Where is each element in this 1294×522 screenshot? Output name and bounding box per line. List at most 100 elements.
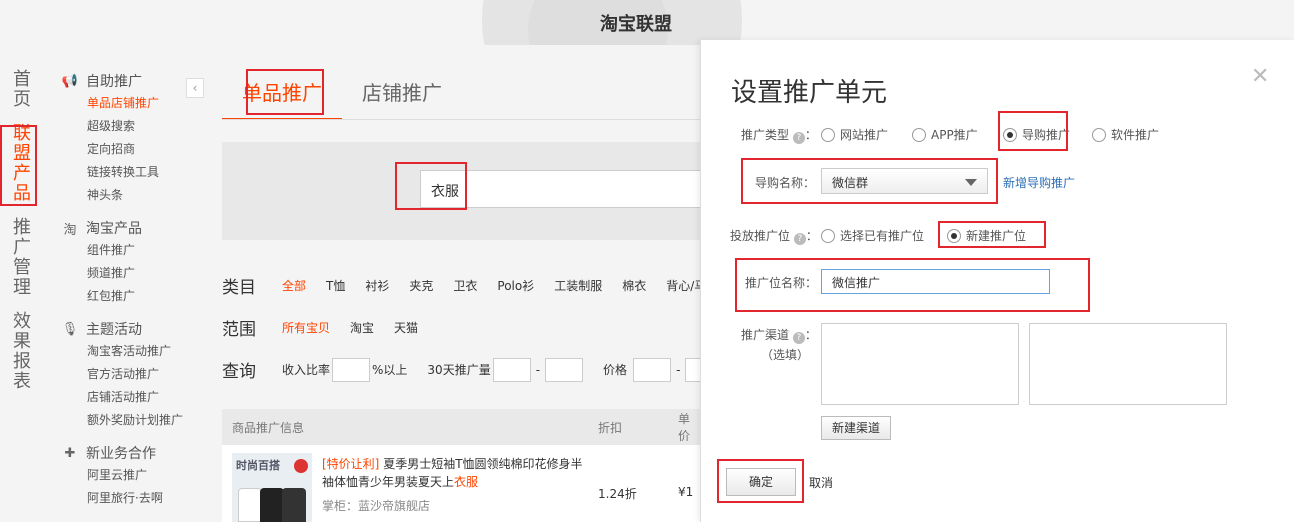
radio-software[interactable]: 软件推广: [1092, 126, 1159, 143]
filter-option[interactable]: 淘宝: [350, 321, 374, 335]
main-nav-char: 表: [13, 371, 31, 392]
channel-label: 推广渠道 ?：: [741, 326, 817, 344]
radio-dot-checked: [947, 228, 961, 243]
filter-option[interactable]: 夹克: [409, 279, 433, 293]
radio-label: 软件推广: [1111, 128, 1160, 142]
channel-text: 推广渠道: [741, 328, 790, 342]
sidebar-item[interactable]: 额外奖励计划推广: [50, 409, 200, 432]
sidebar-item[interactable]: 店铺活动推广: [50, 386, 200, 409]
guide-name-value: 微信群: [832, 176, 869, 190]
category-label: 类目: [222, 278, 256, 298]
placement-text: 投放推广位: [730, 229, 791, 243]
filter-option[interactable]: T恤: [326, 279, 345, 293]
help-icon[interactable]: ?: [792, 332, 805, 344]
filter-option[interactable]: Polo衫: [497, 279, 534, 293]
main-nav-item[interactable]: 首页: [0, 70, 44, 110]
guide-name-select[interactable]: 微信群: [821, 168, 988, 194]
main-nav-item[interactable]: 效果报表: [0, 312, 44, 392]
sales-min-input[interactable]: [492, 357, 531, 382]
radio-label: APP推广: [931, 128, 978, 142]
placement-name-input[interactable]: 微信推广: [821, 269, 1050, 294]
product-image[interactable]: 时尚百搭: [232, 453, 312, 522]
filter-option[interactable]: 所有宝贝: [282, 321, 330, 335]
label-colon: ：: [804, 328, 817, 342]
radio-existing-placement[interactable]: 选择已有推广位: [821, 227, 924, 244]
promo-type-text: 推广类型: [741, 128, 790, 142]
filter-option[interactable]: 全部: [282, 279, 306, 293]
radio-label: 网站推广: [840, 128, 889, 142]
radio-app[interactable]: APP推广: [912, 126, 978, 143]
scope-label: 范围: [222, 320, 256, 340]
main-nav-item[interactable]: 联盟产品: [0, 124, 44, 204]
sidebar-item[interactable]: 定向招商: [50, 138, 200, 161]
sales-max-input[interactable]: [545, 357, 584, 382]
sidebar-section-label: 新业务合作: [86, 446, 156, 462]
guide-name-label: 导购名称：: [755, 176, 816, 190]
search-area: 衣服: [222, 142, 720, 240]
sidebar-section-label: 自助推广: [86, 74, 142, 90]
sidebar-item[interactable]: 超级搜索: [50, 115, 200, 138]
site-title: 淘宝联盟: [600, 14, 672, 35]
radio-website[interactable]: 网站推广: [821, 126, 888, 143]
sidebar-item[interactable]: 神头条: [50, 184, 200, 207]
help-icon[interactable]: ?: [792, 132, 805, 144]
main-nav-char: 果: [13, 331, 31, 352]
sidebar-item[interactable]: 频道推广: [50, 262, 200, 285]
product-title-highlight: 衣服: [454, 475, 479, 489]
channel-textarea-left[interactable]: [821, 323, 1019, 405]
sidebar-item[interactable]: 单品店铺推广: [50, 92, 200, 115]
help-icon[interactable]: ?: [793, 233, 806, 245]
sidebar-item[interactable]: 淘宝客活动推广: [50, 340, 200, 363]
add-guide-link[interactable]: 新增导购推广: [1003, 174, 1075, 191]
sidebar-section-label: 主题活动: [86, 322, 142, 338]
result-header: 商品推广信息 折扣 单价: [222, 409, 700, 445]
income-ratio-input[interactable]: [332, 357, 371, 382]
main-nav-item[interactable]: 推广管理: [0, 218, 44, 298]
sidebar-item[interactable]: 红包推广: [50, 285, 200, 308]
new-channel-button[interactable]: 新建渠道: [821, 416, 891, 440]
main-nav-char: 首: [13, 69, 31, 90]
percent-above-label: %以上: [372, 363, 408, 377]
tab-single-item[interactable]: 单品推广: [222, 65, 342, 120]
radio-dot: [912, 127, 926, 142]
confirm-button[interactable]: 确定: [726, 468, 796, 496]
sidebar-section: 淘淘宝产品 组件推广 频道推广 红包推广: [50, 217, 200, 308]
sidebar-item[interactable]: 官方活动推广: [50, 363, 200, 386]
puzzle-icon: ✚: [64, 445, 76, 461]
sidebar-item[interactable]: 阿里旅行·去啊: [50, 487, 200, 510]
result-table: 商品推广信息 折扣 单价 时尚百搭 [特价让利] 夏季男士短袖T恤圆领纯棉印花修…: [222, 409, 700, 522]
sidebar-section-title[interactable]: 📢 自助推广: [50, 70, 200, 92]
filter-option[interactable]: 衬衫: [365, 279, 389, 293]
sidebar-section-title[interactable]: ✚ 新业务合作: [50, 442, 200, 464]
main-nav-char: 广: [13, 237, 31, 258]
radio-guide[interactable]: 导购推广: [1003, 126, 1070, 143]
main-nav-char: 推: [13, 217, 31, 238]
sidebar-collapse-button[interactable]: ‹: [186, 78, 204, 98]
column-header: 折扣: [598, 420, 623, 435]
filter-option[interactable]: 天猫: [394, 321, 418, 335]
sidebar-section-title[interactable]: 🎙 主题活动: [50, 318, 200, 340]
product-price: ¥1: [678, 485, 694, 499]
main-nav-char: 联: [13, 123, 31, 144]
radio-dot: [821, 127, 835, 142]
filter-option[interactable]: 工装制服: [554, 279, 602, 293]
main-nav-char: 报: [13, 351, 31, 372]
product-title[interactable]: [特价让利] 夏季男士短袖T恤圆领纯棉印花修身半袖体恤青少年男装夏天上衣服: [322, 455, 592, 491]
sidebar-item[interactable]: 阿里云推广: [50, 464, 200, 487]
radio-new-placement[interactable]: 新建推广位: [947, 227, 1026, 244]
search-input[interactable]: 衣服: [420, 170, 720, 208]
sidebar-item[interactable]: 组件推广: [50, 239, 200, 262]
close-icon[interactable]: ✕: [1251, 64, 1269, 89]
query-label: 查询: [222, 362, 256, 382]
promo-tabs: 单品推广 店铺推广: [222, 65, 462, 120]
filter-option[interactable]: 棉衣: [622, 279, 646, 293]
radio-label: 选择已有推广位: [840, 229, 925, 243]
filter-option[interactable]: 卫衣: [453, 279, 477, 293]
channel-textarea-right[interactable]: [1029, 323, 1227, 405]
cancel-button[interactable]: 取消: [809, 474, 833, 491]
sidebar-item[interactable]: 链接转换工具: [50, 161, 200, 184]
sidebar-section-title[interactable]: 淘淘宝产品: [50, 217, 200, 239]
query-filter: 查询 收入比率 %以上 30天推广量 - 价格 -: [222, 357, 725, 382]
price-min-input[interactable]: [633, 357, 672, 382]
tab-shop[interactable]: 店铺推广: [342, 65, 462, 120]
